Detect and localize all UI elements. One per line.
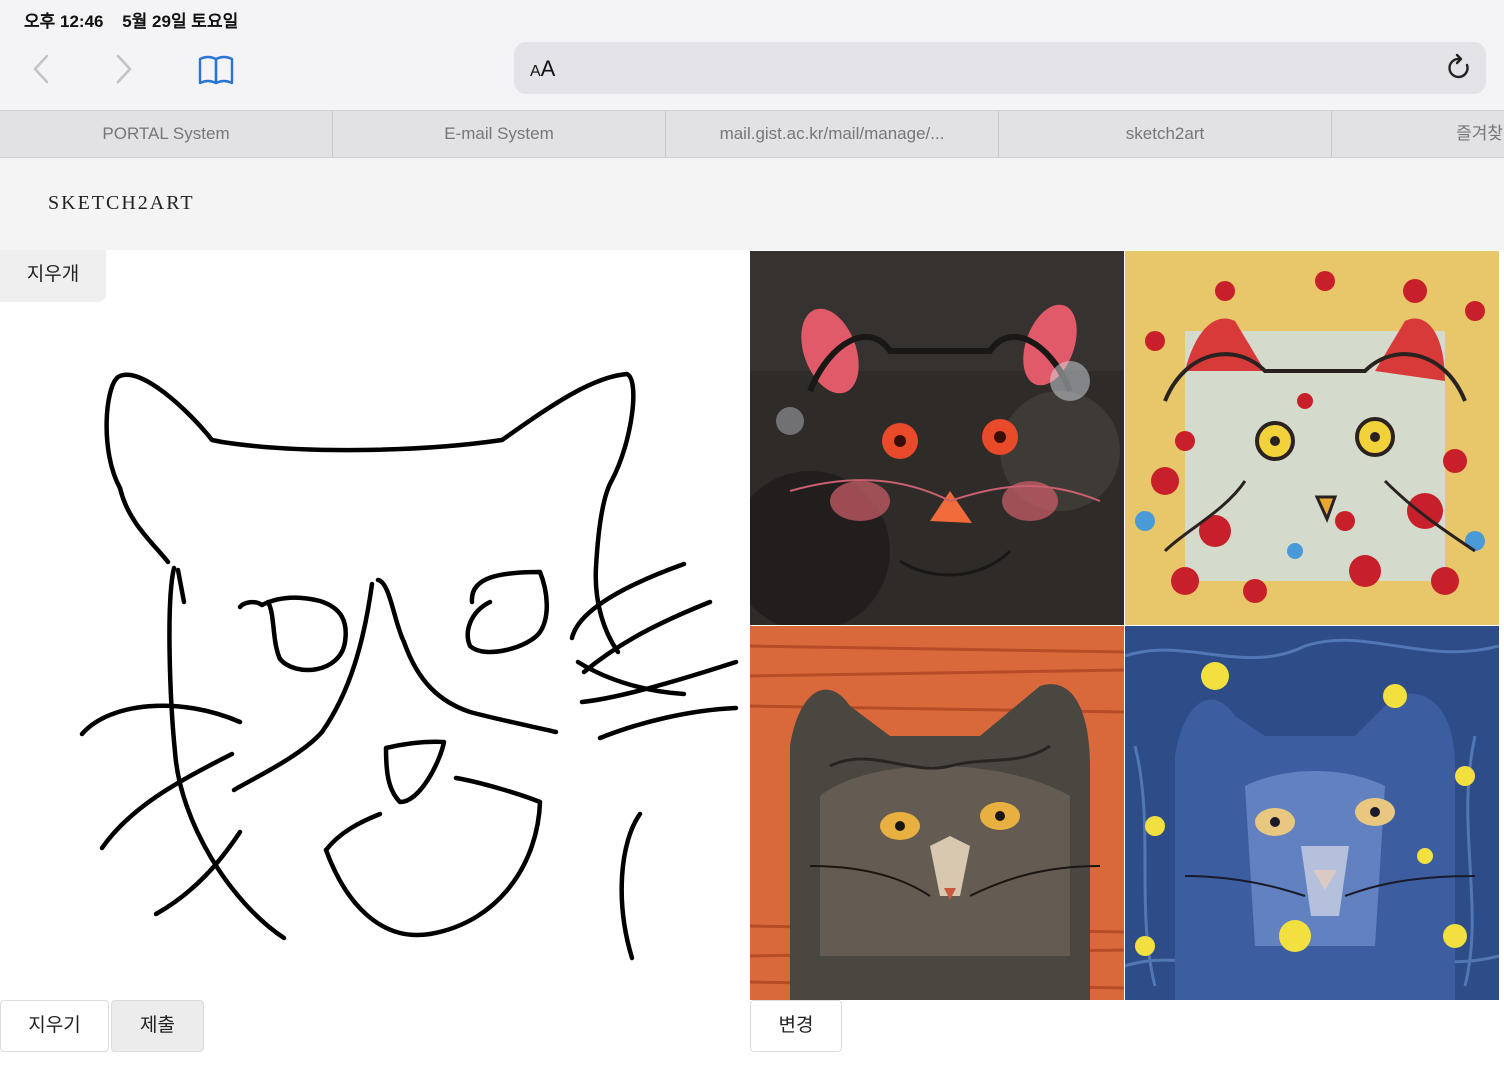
generated-art-grid <box>750 251 1500 1000</box>
browser-toolbar: AA <box>0 36 1504 110</box>
text-size-button[interactable]: AA <box>530 56 555 82</box>
address-bar[interactable]: AA <box>514 42 1486 94</box>
art-result-dark[interactable] <box>750 251 1124 625</box>
brand-title[interactable]: SKETCH2ART <box>48 192 195 215</box>
forward-button[interactable] <box>104 50 144 90</box>
art-image-orange <box>750 626 1124 1000</box>
favorite-email-system[interactable]: E-mail System <box>333 111 666 157</box>
status-date: 5월 29일 토요일 <box>122 12 239 31</box>
chevron-right-icon <box>116 54 132 84</box>
art-image-mosaic <box>1125 251 1499 625</box>
reload-icon <box>1448 53 1469 79</box>
chevron-left-icon <box>33 54 49 84</box>
reload-button[interactable] <box>1444 52 1474 84</box>
sketch-drawing <box>79 371 739 961</box>
page-header: SKETCH2ART <box>0 158 1504 250</box>
status-time: 오후 12:46 <box>24 12 104 31</box>
art-result-blue[interactable] <box>1125 626 1499 1000</box>
art-image-dark <box>750 251 1124 625</box>
erase-all-button[interactable]: 지우기 <box>0 1000 109 1052</box>
favorites-bar: PORTAL System E-mail System mail.gist.ac… <box>0 110 1504 158</box>
favorite-bookmarks[interactable]: 즐겨찾 <box>1332 111 1503 157</box>
art-image-blue <box>1125 626 1499 1000</box>
submit-button[interactable]: 제출 <box>111 1000 204 1052</box>
change-style-button[interactable]: 변경 <box>750 1000 842 1052</box>
sketch-canvas[interactable] <box>0 302 748 998</box>
back-button[interactable] <box>22 50 62 90</box>
art-result-mosaic[interactable] <box>1125 251 1499 625</box>
art-result-orange[interactable] <box>750 626 1124 1000</box>
favorite-portal-system[interactable]: PORTAL System <box>0 111 333 157</box>
status-bar: 오후 12:46 5월 29일 토요일 <box>0 0 1504 36</box>
favorite-mail-manage[interactable]: mail.gist.ac.kr/mail/manage/... <box>666 111 999 157</box>
eraser-button[interactable]: 지우개 <box>0 250 106 302</box>
bookmarks-button[interactable] <box>194 50 234 90</box>
favorite-sketch2art[interactable]: sketch2art <box>999 111 1332 157</box>
book-icon <box>198 55 234 85</box>
